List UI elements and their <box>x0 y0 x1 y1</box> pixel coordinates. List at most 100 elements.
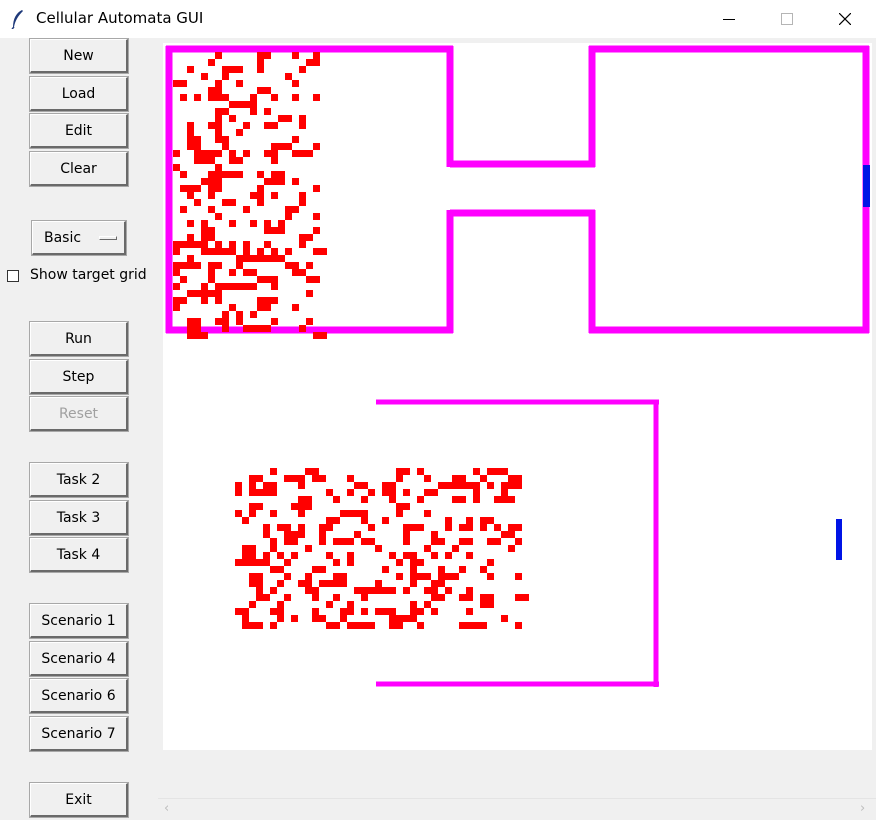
scenario-6-button[interactable]: Scenario 6 <box>29 678 129 714</box>
horizontal-scrollbar[interactable]: ‹ › <box>158 798 876 819</box>
agent-cell <box>361 622 368 629</box>
agent-cell <box>313 143 320 150</box>
agent-cell <box>257 255 264 262</box>
agent-cell <box>271 171 278 178</box>
agent-cell <box>299 192 306 199</box>
agent-cell <box>333 517 340 524</box>
scenario-1-button[interactable]: Scenario 1 <box>29 603 129 639</box>
agent-cell <box>306 290 313 297</box>
agent-cell <box>208 206 215 213</box>
scenario-7-button[interactable]: Scenario 7 <box>29 716 129 752</box>
new-button[interactable]: New <box>29 38 129 74</box>
agent-cell <box>361 517 368 524</box>
agent-cell <box>173 248 180 255</box>
agent-cell <box>235 482 242 489</box>
agent-cell <box>313 213 320 220</box>
agent-cell <box>313 248 327 255</box>
agent-cell <box>187 220 194 227</box>
agent-cell <box>299 150 306 157</box>
agent-cell <box>271 248 278 255</box>
agent-group-bottom <box>235 468 529 629</box>
agent-cell <box>382 587 389 594</box>
load-button[interactable]: Load <box>29 76 129 112</box>
agent-cell <box>445 482 459 489</box>
agent-cell <box>410 559 424 566</box>
agent-cell <box>180 206 187 213</box>
agent-cell <box>173 269 180 276</box>
agent-cell <box>312 587 319 594</box>
run-button[interactable]: Run <box>29 321 129 357</box>
agent-cell <box>229 248 236 255</box>
agent-cell <box>257 59 264 66</box>
agent-cell <box>215 129 222 136</box>
agent-cell <box>285 206 292 213</box>
agent-cell <box>410 608 417 615</box>
agent-cell <box>194 143 201 150</box>
agent-cell <box>313 332 327 339</box>
agent-cell <box>201 73 208 80</box>
agent-cell <box>501 531 508 538</box>
step-button[interactable]: Step <box>29 359 129 395</box>
agent-cell <box>249 622 256 629</box>
scroll-right-icon[interactable]: › <box>860 801 865 816</box>
scroll-left-icon[interactable]: ‹ <box>164 801 169 816</box>
agent-cell <box>389 552 396 559</box>
agent-cell <box>473 468 480 475</box>
scenario-4-button[interactable]: Scenario 4 <box>29 641 129 677</box>
show-target-grid-label: Show target grid <box>30 267 147 283</box>
agent-cell <box>201 283 208 290</box>
agent-cell <box>347 608 354 615</box>
exit-button[interactable]: Exit <box>29 782 129 818</box>
simulation-canvas[interactable] <box>163 43 872 750</box>
agent-cell <box>368 524 375 531</box>
agent-cell <box>285 73 292 80</box>
agent-cell <box>466 608 473 615</box>
agent-cell <box>243 269 250 276</box>
agent-cell <box>271 150 278 157</box>
maximize-button[interactable] <box>764 0 810 38</box>
agent-cell <box>229 283 236 290</box>
agent-cell <box>173 164 180 171</box>
show-target-grid-checkbox[interactable] <box>7 270 19 282</box>
reset-button[interactable]: Reset <box>29 396 129 432</box>
agent-cell <box>180 241 194 248</box>
task-4-button[interactable]: Task 4 <box>29 537 129 573</box>
agent-cell <box>389 608 396 615</box>
window-title: Cellular Automata GUI <box>36 9 204 27</box>
agent-cell <box>257 87 264 94</box>
agent-cell <box>299 234 313 241</box>
agent-cell <box>417 608 424 615</box>
agent-cell <box>347 559 354 566</box>
agent-cell <box>250 255 257 262</box>
agent-cell <box>382 482 389 489</box>
agent-cell <box>508 482 522 489</box>
edit-button[interactable]: Edit <box>29 113 129 149</box>
task-2-button[interactable]: Task 2 <box>29 462 129 498</box>
agent-cell <box>243 325 250 332</box>
agent-cell <box>187 234 194 241</box>
close-button[interactable] <box>822 0 868 38</box>
agent-cell <box>312 594 319 601</box>
agent-cell <box>466 587 473 594</box>
agent-cell <box>201 227 208 234</box>
agent-cell <box>271 157 278 164</box>
agent-cell <box>285 262 299 269</box>
agent-cell <box>215 108 229 115</box>
agent-cell <box>242 517 249 524</box>
clear-button[interactable]: Clear <box>29 151 129 187</box>
agent-cell <box>326 489 333 496</box>
minimize-button[interactable] <box>706 0 752 38</box>
mode-select[interactable]: Basic <box>31 220 127 256</box>
agent-cell <box>208 87 215 94</box>
agent-cell <box>417 496 424 503</box>
agent-cell <box>215 262 222 269</box>
agent-cell <box>256 622 263 629</box>
agent-cell <box>257 325 271 332</box>
agent-cell <box>215 290 222 297</box>
agent-cell <box>222 199 229 206</box>
agent-cell <box>201 220 208 227</box>
task-3-button[interactable]: Task 3 <box>29 500 129 536</box>
agent-cell <box>264 220 271 227</box>
agent-cell <box>263 559 270 566</box>
agent-cell <box>292 269 306 276</box>
